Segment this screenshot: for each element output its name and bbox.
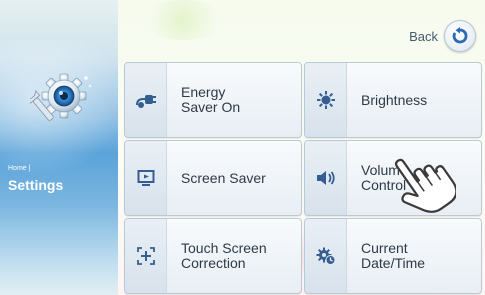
page-title: Settings: [8, 177, 64, 193]
breadcrumb-home[interactable]: Home |: [8, 165, 30, 172]
back-label: Back: [409, 28, 438, 44]
brightness-label: Brightness: [361, 91, 428, 108]
settings-screen: Home | Settings Back Energy Saver On Bri…: [0, 0, 485, 295]
energy-plug-icon: [125, 63, 167, 137]
monitor-icon: [125, 141, 167, 215]
crosshair-icon: [125, 219, 167, 293]
touch-screen-correction-tile[interactable]: Touch Screen Correction: [124, 218, 302, 294]
back-arrow-icon: [444, 20, 476, 52]
brightness-sun-icon: [305, 63, 347, 137]
gear-clock-icon: [305, 219, 347, 293]
main-panel: Back Energy Saver On Brightness Screen S…: [118, 0, 485, 295]
energy-saver-label: Energy Saver On: [181, 84, 241, 115]
brightness-tile[interactable]: Brightness: [304, 62, 482, 138]
volume-control-tile[interactable]: Volume Control: [304, 140, 482, 216]
settings-gear-icon: [25, 66, 94, 130]
sidebar: Home | Settings: [0, 0, 118, 295]
back-button[interactable]: Back: [409, 20, 476, 52]
touch-screen-correction-label: Touch Screen Correction: [181, 240, 267, 271]
speaker-icon: [305, 141, 347, 215]
current-date-time-label: Current Date/Time: [361, 240, 426, 271]
energy-saver-tile[interactable]: Energy Saver On: [124, 62, 302, 138]
screen-saver-tile[interactable]: Screen Saver: [124, 140, 302, 216]
volume-control-label: Volume Control: [361, 162, 408, 193]
decorative-flower: [138, 0, 228, 40]
current-date-time-tile[interactable]: Current Date/Time: [304, 218, 482, 294]
screen-saver-label: Screen Saver: [181, 169, 266, 186]
